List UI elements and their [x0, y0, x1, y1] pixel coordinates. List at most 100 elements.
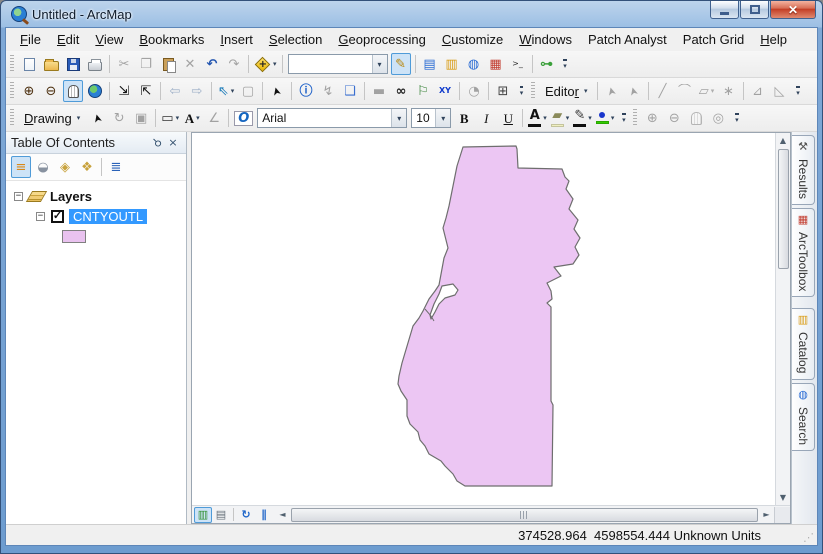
fixed-zoom-in-button[interactable]: ⇲ — [114, 80, 134, 102]
new-document-button[interactable] — [19, 53, 39, 75]
hyperlink-button[interactable]: ↯ — [318, 80, 338, 102]
search-window-button[interactable]: ◍ — [464, 53, 484, 75]
delete-button[interactable]: ✕ — [180, 53, 200, 75]
cut-button[interactable]: ✂ — [114, 53, 134, 75]
vertical-scroll-thumb[interactable] — [778, 149, 789, 269]
python-window-button[interactable]: >_ — [508, 53, 528, 75]
font-name-combo[interactable]: Arial▾ — [257, 108, 407, 128]
rotate-element-button[interactable]: ↻ — [109, 107, 129, 129]
toolbar-overflow[interactable]: ▾ — [792, 79, 805, 103]
toolbar-grip[interactable] — [633, 109, 637, 127]
open-folder-button[interactable] — [41, 53, 61, 75]
html-popup-button[interactable]: ❑ — [340, 80, 360, 102]
menu-selection[interactable]: Selection — [261, 30, 330, 49]
go-forward-extent-button[interactable]: ⇨ — [187, 80, 207, 102]
toolbar-overflow[interactable]: ▾ — [617, 106, 630, 130]
menu-insert[interactable]: Insert — [212, 30, 261, 49]
pan-button[interactable] — [63, 80, 83, 102]
viewer-window-button[interactable]: ⊞ — [493, 80, 513, 102]
snapping-button[interactable]: ∗ — [719, 80, 739, 102]
sketch-tool-button[interactable]: ▱▾ — [697, 80, 717, 102]
chevron-down-icon[interactable]: ▾ — [231, 87, 235, 95]
chevron-down-icon[interactable]: ▾ — [611, 114, 615, 122]
fixed-zoom-out-button[interactable]: ⇱ — [136, 80, 156, 102]
chevron-down-icon[interactable]: ▾ — [435, 109, 450, 127]
layers-label[interactable]: Layers — [50, 189, 92, 204]
add-data-button[interactable]: ▾ — [253, 53, 278, 75]
tree-item-symbol[interactable] — [6, 226, 186, 246]
paste-button[interactable] — [158, 53, 178, 75]
toolbar-grip[interactable] — [531, 82, 535, 100]
toc-close-button[interactable]: × — [165, 135, 181, 151]
marker-color-button[interactable]: ▾ — [595, 107, 616, 129]
layer-name[interactable]: CNTYOUTL — [69, 209, 147, 224]
menu-customize[interactable]: Customize — [434, 30, 511, 49]
select-elements-button[interactable]: ➤ — [87, 107, 107, 129]
scroll-down-icon[interactable]: ▼ — [776, 490, 791, 505]
zoom-to-selected-elements-button[interactable]: ▣ — [131, 107, 151, 129]
scroll-up-icon[interactable]: ▲ — [776, 133, 791, 148]
title-bar[interactable]: Untitled - ArcMap ✕ — [5, 1, 818, 27]
tree-item-layer[interactable]: − ✓ CNTYOUTL — [6, 206, 186, 226]
maximize-button[interactable] — [740, 1, 769, 19]
tab-catalog[interactable]: ▥Catalog — [792, 308, 815, 379]
copy-button[interactable]: ❐ — [136, 53, 156, 75]
toolbar-overflow[interactable]: ▾ — [559, 52, 572, 76]
chevron-down-icon[interactable]: ▾ — [588, 114, 592, 122]
layer-visibility-checkbox[interactable]: ✓ — [51, 210, 64, 223]
reshape-feature-button[interactable]: ◺ — [770, 80, 790, 102]
df-zoom-out-button[interactable]: ⊖ — [664, 107, 684, 129]
horizontal-scroll-thumb[interactable] — [291, 508, 758, 522]
find-button[interactable]: ∞ — [391, 80, 411, 102]
county-polygon[interactable] — [398, 146, 580, 486]
font-size-combo[interactable]: 10▾ — [411, 108, 451, 128]
print-button[interactable] — [85, 53, 105, 75]
df-zoom-in-button[interactable]: ⊕ — [642, 107, 662, 129]
underline-button[interactable]: U — [498, 107, 518, 129]
bold-button[interactable]: B — [454, 107, 474, 129]
zoom-out-button[interactable]: ⊖ — [41, 80, 61, 102]
tab-search[interactable]: ◍Search — [792, 383, 815, 451]
map-canvas[interactable] — [192, 133, 775, 505]
refresh-view-button[interactable]: ↻ — [237, 507, 255, 523]
zoom-in-button[interactable]: ⊕ — [19, 80, 39, 102]
pause-drawing-button[interactable]: ∥ — [255, 507, 273, 523]
list-by-drawing-order-button[interactable]: ≡ — [11, 156, 31, 178]
time-slider-button[interactable]: ◔ — [464, 80, 484, 102]
font-object-button[interactable]: O — [233, 107, 254, 129]
menu-edit[interactable]: Edit — [49, 30, 87, 49]
chevron-down-icon[interactable]: ▾ — [543, 114, 547, 122]
toolbar-overflow[interactable]: ▾ — [730, 106, 743, 130]
list-by-visibility-button[interactable]: ◈ — [55, 156, 75, 178]
data-view-button[interactable]: ▥ — [194, 507, 212, 523]
table-of-contents-window-button[interactable]: ▤ — [420, 53, 440, 75]
options-button[interactable]: ≣ — [106, 156, 126, 178]
toc-pin-button[interactable]: ⚲ — [149, 135, 165, 151]
menu-view[interactable]: View — [87, 30, 131, 49]
italic-button[interactable]: I — [476, 107, 496, 129]
layer-swatch[interactable] — [62, 230, 86, 243]
chevron-down-icon[interactable]: ▾ — [372, 55, 387, 73]
map-scale-combo[interactable]: ▾ — [288, 54, 388, 74]
drawing-menu[interactable]: Drawing▾ — [19, 107, 85, 129]
rectangle-tool-button[interactable]: ▭▾ — [160, 107, 180, 129]
collapse-icon[interactable]: − — [36, 212, 45, 221]
edit-annotation-tool-button[interactable]: ➤ — [624, 80, 644, 102]
chevron-down-icon[interactable]: ▾ — [566, 114, 570, 122]
chevron-down-icon[interactable]: ▾ — [196, 114, 200, 122]
chevron-down-icon[interactable]: ▾ — [711, 87, 715, 95]
undo-button[interactable]: ↶ — [202, 53, 222, 75]
df-pan-button[interactable] — [686, 107, 706, 129]
tab-results[interactable]: ⚒Results — [792, 135, 815, 205]
font-color-button[interactable]: A▾ — [527, 107, 548, 129]
measure-button[interactable]: ▬ — [369, 80, 389, 102]
arc-segment-button[interactable]: ⌒ — [675, 80, 695, 102]
layout-view-button[interactable]: ▤ — [212, 507, 230, 523]
resize-grip-icon[interactable]: ⋰ — [803, 531, 814, 544]
df-full-extent-button[interactable]: ◎ — [708, 107, 728, 129]
menu-file[interactable]: File — [12, 30, 49, 49]
editor-toolbar-toggle-button[interactable]: ✎ — [391, 53, 411, 75]
close-button[interactable]: ✕ — [770, 1, 816, 19]
list-by-selection-button[interactable]: ❖ — [77, 156, 97, 178]
edit-vertices-button[interactable]: ∠ — [204, 107, 224, 129]
